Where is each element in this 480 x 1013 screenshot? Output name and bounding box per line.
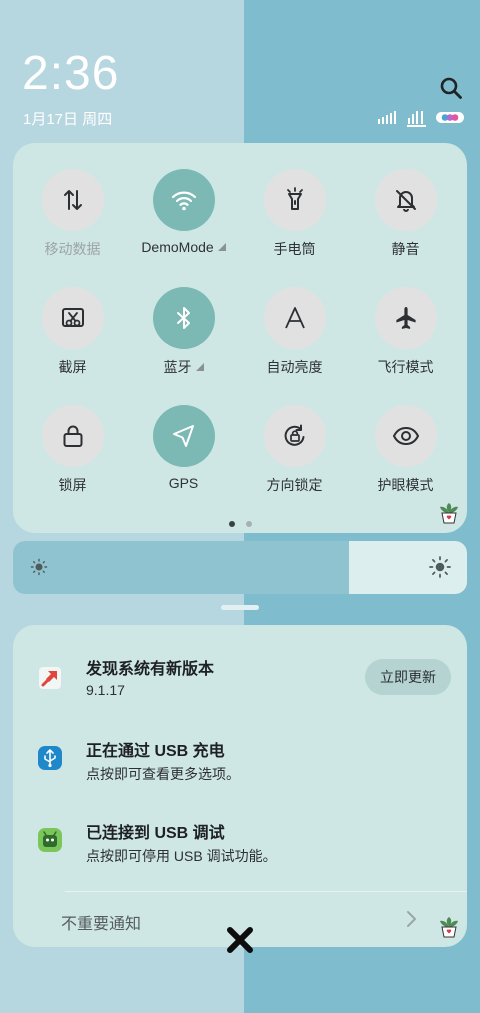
bell-off-icon [395,190,416,212]
system-update-icon [39,667,61,689]
tile-label: 护眼模式 [377,477,434,493]
notification-title: 已连接到 USB 调试 [86,825,225,842]
notification-subtitle: 点按即可停用 USB 调试功能。 [86,848,277,864]
plant-icon [440,503,458,524]
tile-label: 蓝牙 [163,359,192,375]
bluetooth-icon [176,307,190,329]
expand-triangle-icon[interactable] [217,243,226,251]
screenshot-icon [61,308,84,327]
tile-auto-brightness-button[interactable] [263,287,326,349]
tile-lock-screen-button[interactable] [41,405,104,467]
clock[interactable]: 2:36 [22,46,119,101]
tile-label: GPS [168,475,199,491]
auto-brightness-icon [284,307,305,329]
wifi-icon [171,191,196,211]
tile-airplane-button[interactable] [374,287,437,349]
flashlight-icon [286,187,303,210]
notification-subtitle: 9.1.17 [86,682,125,698]
tile-label: 自动亮度 [266,359,323,375]
tile-bluetooth[interactable]: 蓝牙 [128,287,239,377]
quick-settings-panel: 移动数据 DemoMode 手电筒 静音 截屏 蓝牙 自动亮度 飞行模式 锁屏 … [13,143,467,533]
status-icons [378,111,464,127]
mobile-data-icon [63,190,82,210]
tile-auto-brightness[interactable]: 自动亮度 [239,287,350,377]
tile-mobile-data[interactable]: 移动数据 [17,169,128,259]
rotation-lock-icon [284,424,304,446]
tile-label: 手电筒 [273,241,316,257]
tile-label: 静音 [391,241,420,257]
divider [65,891,467,892]
usb-icon [38,746,62,770]
unimportant-notifications-link[interactable]: 不重要通知 [61,910,141,934]
date[interactable]: 1月17日 周四 [23,108,112,129]
tile-mute-button[interactable] [374,169,437,231]
page-dot [246,521,252,527]
tile-label-wrap: DemoMode [128,239,239,255]
tile-screenshot[interactable]: 截屏 [17,287,128,377]
tile-gps-button[interactable] [152,405,215,467]
brightness-low-icon [30,558,48,576]
notification-usb-debugging[interactable]: 已连接到 USB 调试 点按即可停用 USB 调试功能。 [13,807,467,889]
tile-label: 截屏 [58,359,87,375]
tile-rotation-lock-button[interactable] [263,405,326,467]
tile-eye-care-button[interactable] [374,405,437,467]
update-now-button[interactable]: 立即更新 [365,659,451,695]
tile-mute[interactable]: 静音 [350,169,461,259]
tile-eye-care[interactable]: 护眼模式 [350,405,461,495]
tile-gps[interactable]: GPS [128,405,239,491]
chevron-right-icon[interactable] [405,910,417,928]
tile-label-wrap: 蓝牙 [128,357,239,377]
tile-screenshot-button[interactable] [41,287,104,349]
tile-flashlight-button[interactable] [263,169,326,231]
airplane-icon [395,307,416,329]
notification-subtitle: 点按即可查看更多选项。 [86,766,240,782]
notification-title: 正在通过 USB 充电 [86,743,225,760]
tile-label: 飞行模式 [377,359,434,375]
page-indicator [229,521,259,529]
notification-usb-charging[interactable]: 正在通过 USB 充电 点按即可查看更多选项。 [13,725,467,807]
plant-icon [440,917,458,938]
tile-mobile-data-button[interactable] [41,169,104,231]
notification-title: 发现系统有新版本 [86,661,215,678]
brightness-slider[interactable] [13,541,467,594]
tile-airplane[interactable]: 飞行模式 [350,287,461,377]
search-icon[interactable] [440,77,462,99]
gps-icon [172,425,194,447]
clear-all-icon[interactable] [225,925,255,955]
brightness-high-icon [429,556,451,578]
tile-label: DemoMode [141,239,214,255]
lock-icon [63,425,82,447]
brightness-fill [13,541,349,594]
tile-wifi-button[interactable] [152,169,215,231]
eye-icon [392,426,419,446]
tile-wifi[interactable]: DemoMode [128,169,239,255]
signal-icon [378,111,426,127]
expand-triangle-icon[interactable] [195,363,204,371]
notification-panel: 发现系统有新版本 9.1.17 立即更新 正在通过 USB 充电 点按即可查看更… [13,625,467,947]
page-dot-active [229,521,235,527]
tile-lock-screen[interactable]: 锁屏 [17,405,128,495]
tile-label: 移动数据 [44,241,101,257]
tile-label: 方向锁定 [266,477,323,493]
tile-rotation-lock[interactable]: 方向锁定 [239,405,350,495]
tile-bluetooth-button[interactable] [152,287,215,349]
notification-system-update[interactable]: 发现系统有新版本 9.1.17 立即更新 [13,625,467,725]
android-debug-icon [38,828,62,852]
tile-label: 锁屏 [58,477,87,493]
tile-flashlight[interactable]: 手电筒 [239,169,350,259]
drag-handle[interactable] [221,605,259,610]
